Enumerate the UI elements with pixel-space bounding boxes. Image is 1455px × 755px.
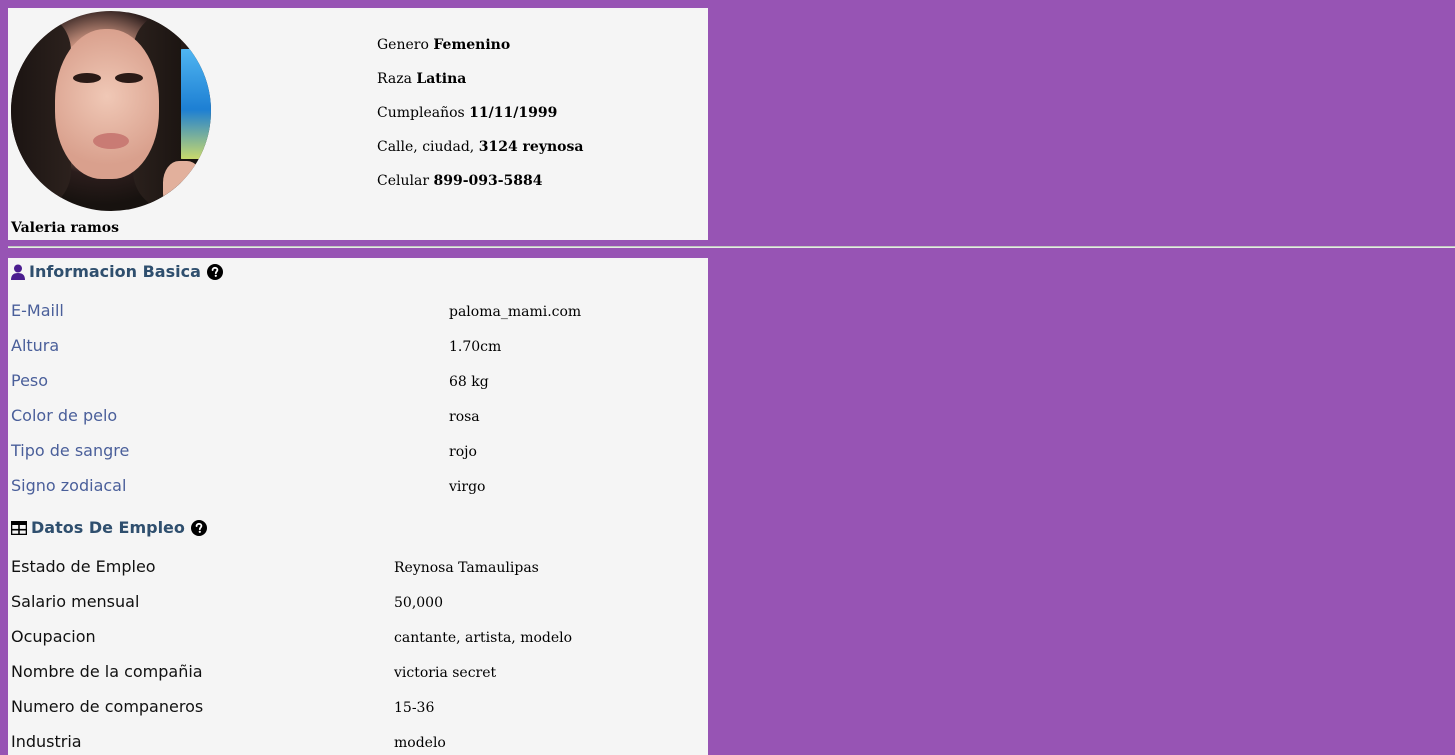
row-value: paloma_mami.com bbox=[449, 304, 582, 320]
section-title-text: Informacion Basica bbox=[29, 262, 201, 281]
info-row-blood-type: Tipo de sangre rojo bbox=[11, 441, 701, 465]
section-title-text: Datos De Empleo bbox=[31, 518, 185, 537]
detail-value: 899-093-5884 bbox=[433, 173, 543, 189]
profile-name: Valeria ramos bbox=[11, 220, 119, 236]
basic-info-title: Informacion Basica bbox=[11, 262, 223, 281]
question-circle-icon[interactable] bbox=[206, 263, 223, 280]
row-value: rojo bbox=[449, 444, 477, 460]
row-value: modelo bbox=[394, 735, 446, 751]
detail-gender: Genero Femenino bbox=[377, 36, 583, 70]
row-value: 15-36 bbox=[394, 700, 435, 716]
divider bbox=[8, 246, 1455, 248]
profile-card: Valeria ramos Genero Femenino Raza Latin… bbox=[8, 8, 708, 240]
employment-title: Datos De Empleo bbox=[11, 518, 207, 537]
detail-label: Raza bbox=[377, 71, 412, 87]
row-value: rosa bbox=[449, 409, 480, 425]
row-label: Salario mensual bbox=[11, 592, 140, 611]
row-label: Nombre de la compañia bbox=[11, 662, 203, 681]
employment-row-status: Estado de Empleo Reynosa Tamaulipas bbox=[11, 557, 701, 581]
row-value: victoria secret bbox=[394, 665, 497, 681]
info-card: Informacion Basica E-Maill paloma_mami.c… bbox=[8, 258, 708, 755]
row-label: Color de pelo bbox=[11, 406, 118, 425]
profile-details: Genero Femenino Raza Latina Cumpleaños 1… bbox=[377, 36, 583, 206]
row-value: 68 kg bbox=[449, 374, 489, 390]
row-value: cantante, artista, modelo bbox=[394, 630, 573, 646]
employment-row-salary: Salario mensual 50,000 bbox=[11, 592, 701, 616]
row-label: Industria bbox=[11, 732, 82, 751]
row-value: Reynosa Tamaulipas bbox=[394, 560, 539, 576]
detail-label: Calle, ciudad, bbox=[377, 139, 475, 155]
row-label: Peso bbox=[11, 371, 49, 390]
avatar bbox=[11, 11, 211, 211]
info-row-email: E-Maill paloma_mami.com bbox=[11, 301, 701, 325]
detail-phone: Celular 899-093-5884 bbox=[377, 172, 583, 206]
employment-row-industry: Industria modelo bbox=[11, 732, 701, 755]
info-row-height: Altura 1.70cm bbox=[11, 336, 701, 360]
row-label: Tipo de sangre bbox=[11, 441, 130, 460]
row-value: virgo bbox=[449, 479, 486, 495]
detail-label: Cumpleaños bbox=[377, 105, 465, 121]
row-label: Altura bbox=[11, 336, 60, 355]
row-label: Estado de Empleo bbox=[11, 557, 156, 576]
employment-row-coworkers: Numero de companeros 15-36 bbox=[11, 697, 701, 721]
info-row-weight: Peso 68 kg bbox=[11, 371, 701, 395]
detail-value: 11/11/1999 bbox=[469, 105, 558, 121]
info-row-zodiac: Signo zodiacal virgo bbox=[11, 476, 701, 500]
detail-value: 3124 reynosa bbox=[478, 139, 584, 155]
employment-row-company: Nombre de la compañia victoria secret bbox=[11, 662, 701, 686]
row-label: Numero de companeros bbox=[11, 697, 204, 716]
detail-birthday: Cumpleaños 11/11/1999 bbox=[377, 104, 583, 138]
table-icon bbox=[11, 520, 27, 535]
detail-label: Celular bbox=[377, 173, 430, 189]
detail-value: Latina bbox=[416, 71, 467, 87]
detail-address: Calle, ciudad, 3124 reynosa bbox=[377, 138, 583, 172]
row-value: 50,000 bbox=[394, 595, 443, 611]
employment-row-occupation: Ocupacion cantante, artista, modelo bbox=[11, 627, 701, 651]
detail-race: Raza Latina bbox=[377, 70, 583, 104]
row-label: Ocupacion bbox=[11, 627, 96, 646]
user-icon bbox=[11, 264, 25, 280]
row-label: Signo zodiacal bbox=[11, 476, 127, 495]
detail-value: Femenino bbox=[433, 37, 511, 53]
row-value: 1.70cm bbox=[449, 339, 502, 355]
row-label: E-Maill bbox=[11, 301, 64, 320]
question-circle-icon[interactable] bbox=[190, 519, 207, 536]
detail-label: Genero bbox=[377, 37, 429, 53]
info-row-hair-color: Color de pelo rosa bbox=[11, 406, 701, 430]
